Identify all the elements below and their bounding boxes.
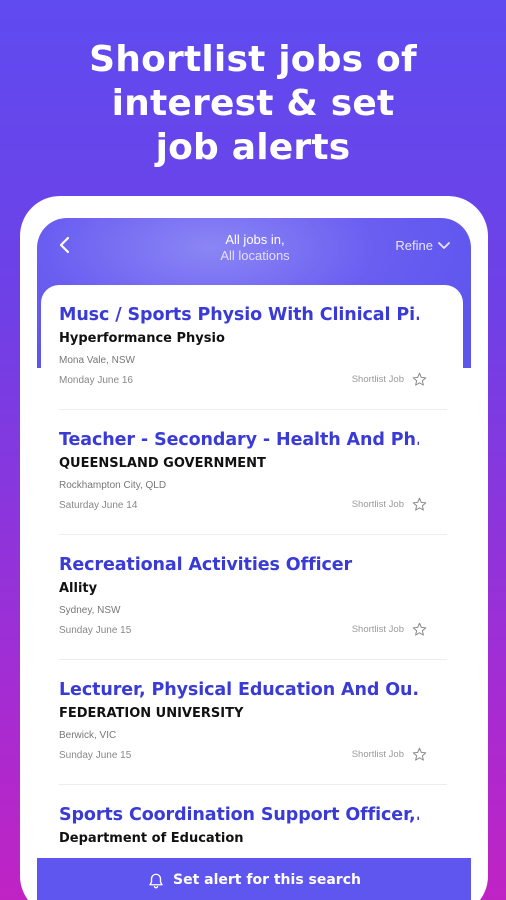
shortlist-label: Shortlist Job: [351, 499, 404, 510]
job-company: QUEENSLAND GOVERNMENT: [59, 456, 266, 471]
shortlist-button[interactable]: Shortlist Job: [352, 497, 427, 512]
job-company: Department of Education: [59, 831, 244, 846]
chevron-left-icon: [59, 236, 70, 254]
chevron-down-icon: [438, 241, 450, 249]
promo-line-2: interest & set: [111, 83, 395, 124]
header-title: All jobs in,: [225, 232, 285, 247]
job-location: Berwick, VIC: [59, 730, 117, 741]
shortlist-label: Shortlist Job: [351, 749, 404, 760]
search-summary: All jobs in, All locations: [187, 232, 323, 264]
phone-frame: All jobs in, All locations Refine Musc /…: [20, 196, 488, 900]
promo-headline: Shortlist jobs of interest & set job ale…: [0, 38, 506, 170]
job-location: Sydney, NSW: [59, 605, 121, 616]
back-button[interactable]: [53, 234, 75, 256]
job-location: Rockhampton City, QLD: [59, 480, 167, 491]
job-card[interactable]: Teacher - Secondary - Health And Ph... Q…: [59, 410, 447, 535]
job-title[interactable]: Musc / Sports Physio With Clinical Pi...: [59, 305, 419, 325]
star-icon: [412, 622, 427, 636]
job-card[interactable]: Recreational Activities Officer Allity S…: [59, 535, 447, 660]
job-title[interactable]: Teacher - Secondary - Health And Ph...: [59, 430, 419, 450]
job-title[interactable]: Sports Coordination Support Officer,...: [59, 805, 419, 825]
shortlist-label: Shortlist Job: [351, 374, 404, 385]
job-card[interactable]: Musc / Sports Physio With Clinical Pi...…: [59, 285, 447, 410]
shortlist-button[interactable]: Shortlist Job: [352, 372, 427, 387]
star-icon: [412, 497, 427, 511]
job-title[interactable]: Recreational Activities Officer: [59, 555, 419, 575]
shortlist-button[interactable]: Shortlist Job: [352, 747, 427, 762]
set-alert-button[interactable]: Set alert for this search: [37, 858, 471, 900]
job-title[interactable]: Lecturer, Physical Education And Ou...: [59, 680, 419, 700]
job-card[interactable]: Lecturer, Physical Education And Ou... F…: [59, 660, 447, 785]
refine-label: Refine: [395, 238, 433, 253]
job-date: Sunday June 15: [59, 625, 132, 636]
job-date: Saturday June 14: [59, 500, 138, 511]
shortlist-button[interactable]: Shortlist Job: [352, 622, 427, 637]
job-date: Monday June 16: [59, 375, 133, 386]
set-alert-label: Set alert for this search: [173, 872, 361, 888]
shortlist-label: Shortlist Job: [351, 624, 404, 635]
bell-icon: [149, 873, 163, 889]
header-location: All locations: [220, 248, 290, 263]
promo-line-3: job alerts: [155, 127, 351, 168]
star-icon: [412, 372, 427, 386]
job-company: Hyperformance Physio: [59, 331, 225, 346]
job-location: Mona Vale, NSW: [59, 355, 135, 366]
job-date: Sunday June 15: [59, 750, 132, 761]
job-list: Musc / Sports Physio With Clinical Pi...…: [41, 285, 463, 900]
job-company: FEDERATION UNIVERSITY: [59, 706, 244, 721]
star-icon: [412, 747, 427, 761]
promo-line-1: Shortlist jobs of: [89, 39, 417, 80]
app-screen: All jobs in, All locations Refine Musc /…: [37, 218, 471, 900]
job-company: Allity: [59, 581, 98, 596]
refine-button[interactable]: Refine: [395, 238, 451, 253]
